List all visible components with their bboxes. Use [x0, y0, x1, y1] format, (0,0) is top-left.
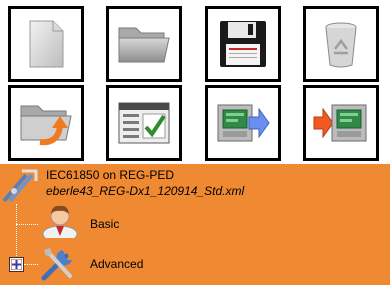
floppy-disk-icon: [220, 21, 266, 67]
recycle-bin-icon: [325, 22, 357, 68]
arrow-into-device-icon: [313, 104, 367, 142]
new-document-icon: [29, 20, 64, 68]
tools-icon: [41, 248, 72, 281]
new-file-button[interactable]: [8, 6, 84, 82]
tree-node-advanced[interactable]: Advanced: [90, 257, 143, 272]
checklist-window-icon: [118, 102, 170, 144]
toolbar: [0, 0, 390, 164]
expand-advanced-toggle[interactable]: [9, 257, 24, 272]
folder-arrow-icon: [20, 105, 72, 146]
folder-icon: [118, 27, 170, 63]
save-button[interactable]: [205, 6, 281, 82]
tree-node-basic[interactable]: Basic: [90, 217, 119, 232]
receive-from-device-button[interactable]: [303, 85, 379, 161]
tree-connector: [16, 204, 17, 264]
device-arrow-right-icon: [217, 104, 270, 142]
tree-connector: [16, 224, 38, 225]
settings-check-button[interactable]: [106, 85, 182, 161]
user-icon: [42, 205, 78, 238]
project-title[interactable]: IEC61850 on REG-PED: [46, 168, 174, 183]
open-recent-button[interactable]: [8, 85, 84, 161]
send-to-device-button[interactable]: [205, 85, 281, 161]
project-file-name: eberle43_REG-Dx1_120914_Std.xml: [46, 184, 245, 198]
project-root-icon: [2, 169, 38, 203]
project-tree: IEC61850 on REG-PED eberle43_REG-Dx1_120…: [0, 164, 390, 285]
plus-icon: [11, 259, 22, 270]
tree-connector: [24, 264, 38, 265]
open-folder-button[interactable]: [106, 6, 182, 82]
delete-button[interactable]: [303, 6, 379, 82]
